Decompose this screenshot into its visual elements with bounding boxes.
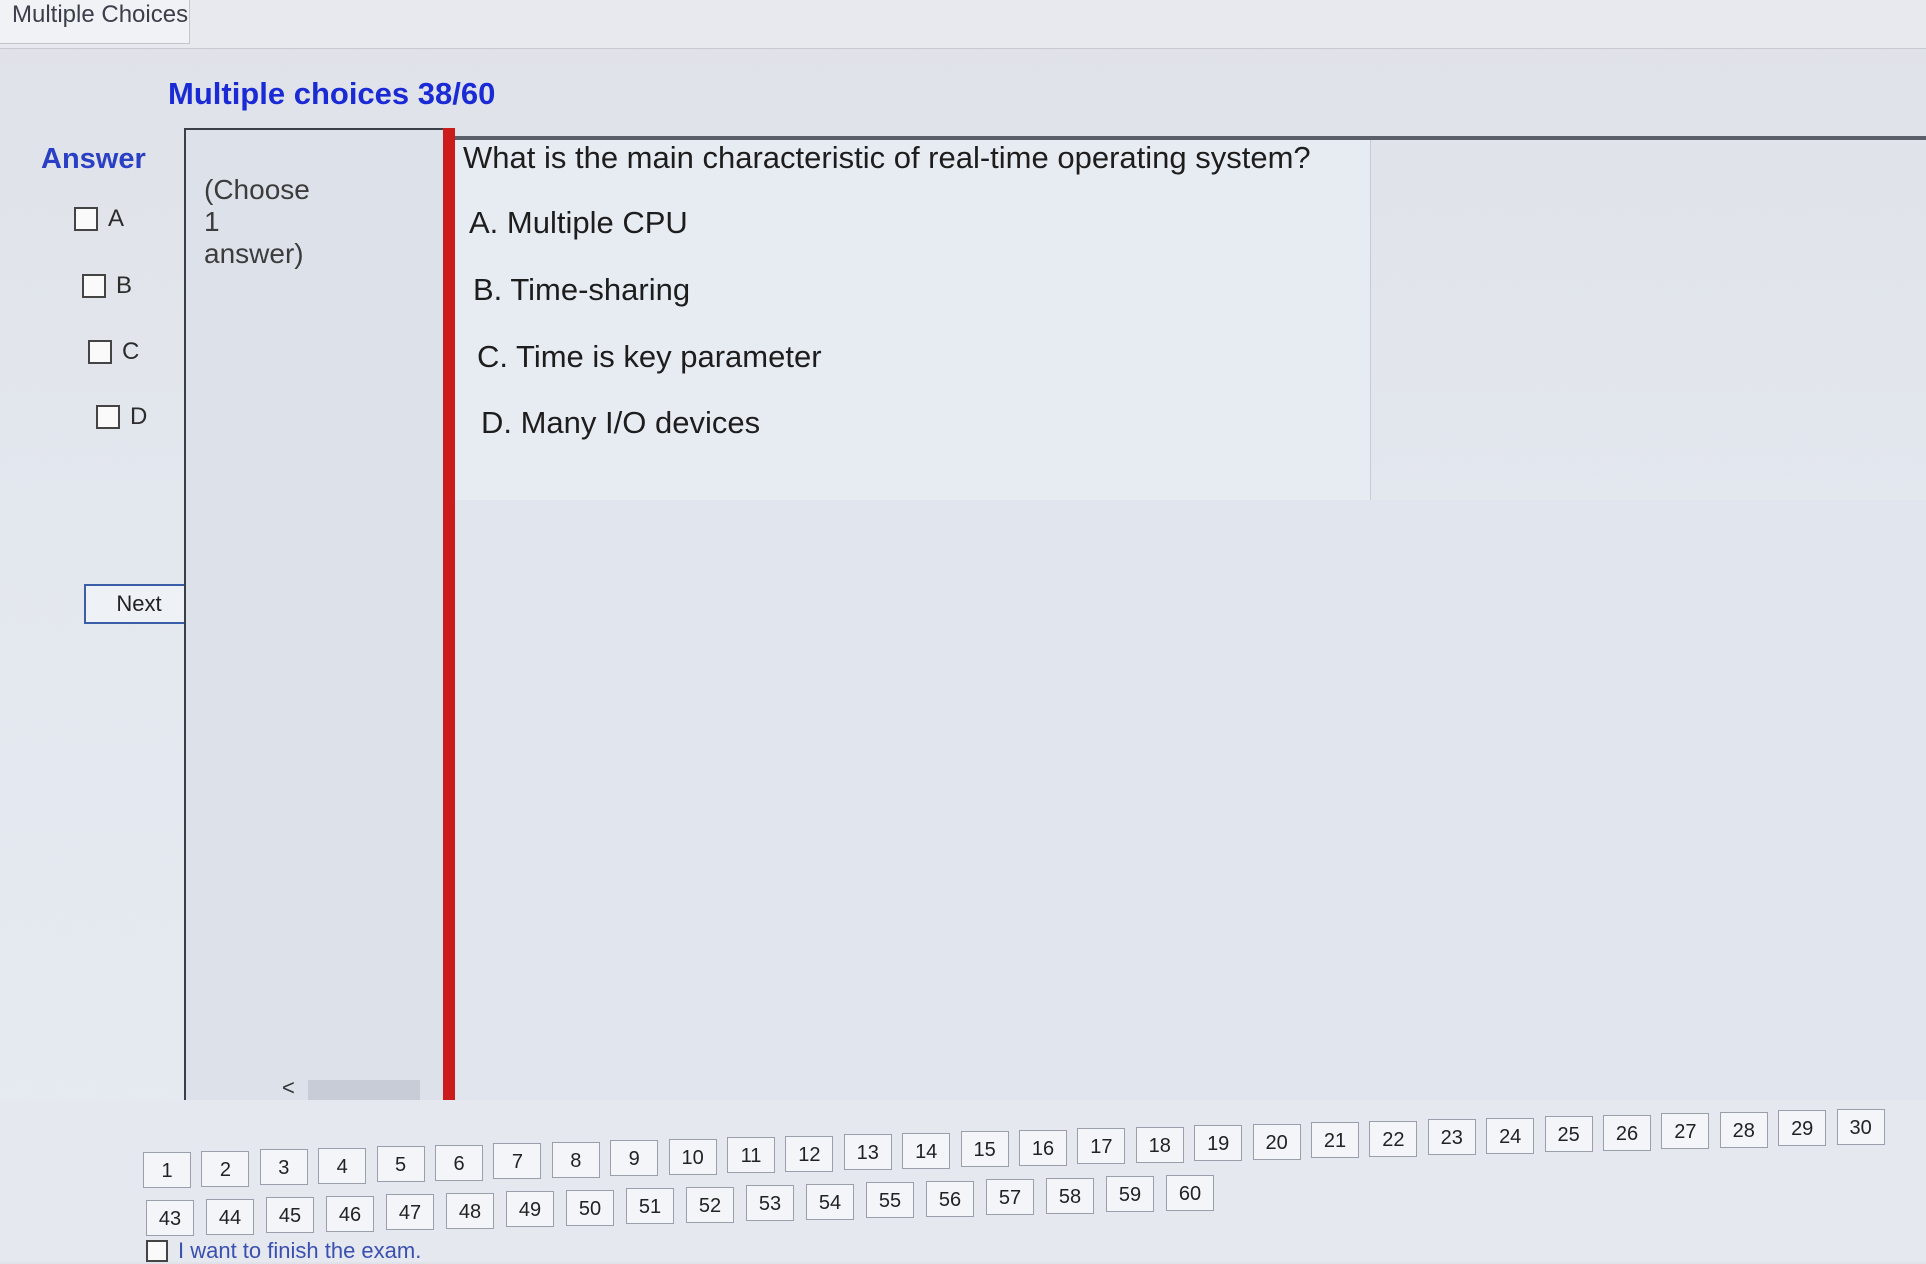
- answer-option-d[interactable]: D: [96, 403, 147, 431]
- question-nav-button[interactable]: 18: [1135, 1126, 1184, 1163]
- question-nav-button[interactable]: 29: [1778, 1110, 1827, 1146]
- question-nav-button[interactable]: 58: [1046, 1177, 1094, 1214]
- question-nav-button[interactable]: 60: [1166, 1174, 1214, 1211]
- instruction-text: (Choose 1 answer): [204, 174, 384, 270]
- question-nav-button[interactable]: 7: [493, 1143, 542, 1179]
- instruction-line-2: 1: [204, 206, 220, 237]
- question-nav-button[interactable]: 4: [318, 1147, 367, 1184]
- answer-heading: Answer: [41, 143, 146, 175]
- checkbox-b[interactable]: [82, 274, 106, 298]
- content-area: [455, 500, 1926, 1100]
- question-nav-button[interactable]: 51: [626, 1188, 674, 1224]
- question-nav-button[interactable]: 1: [143, 1152, 191, 1188]
- finish-exam-label: I want to finish the exam.: [178, 1238, 422, 1263]
- question-option-c: C. Time is key parameter: [477, 339, 822, 374]
- answer-option-d-label: D: [130, 403, 148, 430]
- question-nav-button[interactable]: 28: [1719, 1111, 1768, 1148]
- question-nav-button[interactable]: 11: [727, 1137, 775, 1173]
- question-nav-button[interactable]: 12: [785, 1135, 834, 1172]
- question-nav-button[interactable]: 21: [1311, 1122, 1359, 1158]
- question-nav-button[interactable]: 46: [326, 1195, 374, 1232]
- scroll-left-arrow-icon[interactable]: <: [282, 1075, 295, 1101]
- question-nav-button[interactable]: 50: [566, 1189, 614, 1226]
- question-nav-button[interactable]: 53: [746, 1185, 794, 1221]
- question-nav-button[interactable]: 6: [435, 1144, 483, 1181]
- question-nav-button[interactable]: 9: [610, 1140, 659, 1176]
- instruction-panel: (Choose 1 answer) < >: [184, 128, 491, 1105]
- question-nav-button[interactable]: 13: [843, 1134, 892, 1170]
- page-title: Multiple choices 38/60: [168, 76, 496, 111]
- tab-bar: Multiple Choices: [0, 0, 1926, 49]
- question-option-a: A. Multiple CPU: [469, 205, 688, 240]
- question-nav-button[interactable]: 14: [902, 1132, 951, 1169]
- question-nav-button[interactable]: 10: [668, 1138, 717, 1175]
- finish-exam-checkbox[interactable]: [146, 1240, 168, 1262]
- question-text: What is the main characteristic of real-…: [463, 140, 1311, 175]
- question-nav-button[interactable]: 23: [1427, 1119, 1476, 1155]
- question-nav-button[interactable]: 24: [1486, 1117, 1535, 1154]
- checkbox-c[interactable]: [88, 340, 112, 364]
- question-nav-button[interactable]: 56: [926, 1180, 974, 1217]
- question-nav-button[interactable]: 2: [201, 1150, 250, 1187]
- checkbox-d[interactable]: [96, 405, 120, 429]
- question-nav-button[interactable]: 59: [1106, 1176, 1154, 1212]
- question-option-d: D. Many I/O devices: [481, 405, 761, 440]
- question-option-b: B. Time-sharing: [473, 272, 691, 307]
- question-nav-button[interactable]: 3: [259, 1149, 308, 1185]
- question-nav-button[interactable]: 5: [376, 1146, 425, 1182]
- answer-option-b-label: B: [116, 272, 133, 299]
- question-nav-button[interactable]: 17: [1077, 1128, 1126, 1164]
- instruction-line-3: answer): [204, 238, 304, 269]
- question-nav-button[interactable]: 49: [506, 1191, 554, 1227]
- question-nav-button[interactable]: 26: [1603, 1114, 1651, 1151]
- question-nav-button[interactable]: 47: [386, 1194, 434, 1230]
- finish-exam-row[interactable]: I want to finish the exam.: [146, 1238, 421, 1264]
- question-nav-button[interactable]: 54: [806, 1183, 854, 1220]
- question-nav-button[interactable]: 45: [266, 1197, 314, 1233]
- question-nav-button[interactable]: 20: [1252, 1123, 1301, 1160]
- answer-option-c[interactable]: C: [88, 338, 139, 366]
- question-nav-button[interactable]: 16: [1019, 1129, 1067, 1166]
- question-nav-button[interactable]: 25: [1544, 1116, 1593, 1152]
- horizontal-scrollbar-thumb[interactable]: [308, 1080, 420, 1102]
- question-nav-button[interactable]: 30: [1836, 1108, 1885, 1145]
- question-nav-button[interactable]: 19: [1194, 1125, 1243, 1161]
- tab-multiple-choices[interactable]: Multiple Choices: [0, 0, 190, 44]
- question-nav-button[interactable]: 55: [866, 1182, 914, 1218]
- question-nav-button[interactable]: 22: [1369, 1120, 1418, 1157]
- answer-option-a-label: A: [108, 205, 125, 232]
- answer-option-a[interactable]: A: [74, 205, 124, 233]
- checkbox-a[interactable]: [74, 207, 98, 231]
- question-nav-button[interactable]: 57: [986, 1179, 1034, 1215]
- question-nav-button[interactable]: 15: [960, 1131, 1009, 1167]
- answer-option-c-label: C: [122, 338, 140, 365]
- question-nav-button[interactable]: 44: [206, 1198, 254, 1235]
- instruction-line-1: (Choose: [204, 174, 310, 205]
- question-nav-button[interactable]: 48: [446, 1192, 494, 1229]
- red-divider: [443, 128, 455, 1100]
- question-nav-button[interactable]: 52: [686, 1186, 734, 1223]
- next-button[interactable]: Next: [84, 584, 194, 624]
- answer-option-b[interactable]: B: [82, 272, 132, 300]
- question-nav-button[interactable]: 27: [1661, 1113, 1710, 1149]
- question-box: What is the main characteristic of real-…: [455, 140, 1371, 501]
- question-nav-button[interactable]: 43: [146, 1200, 194, 1236]
- question-nav-button[interactable]: 8: [551, 1141, 600, 1178]
